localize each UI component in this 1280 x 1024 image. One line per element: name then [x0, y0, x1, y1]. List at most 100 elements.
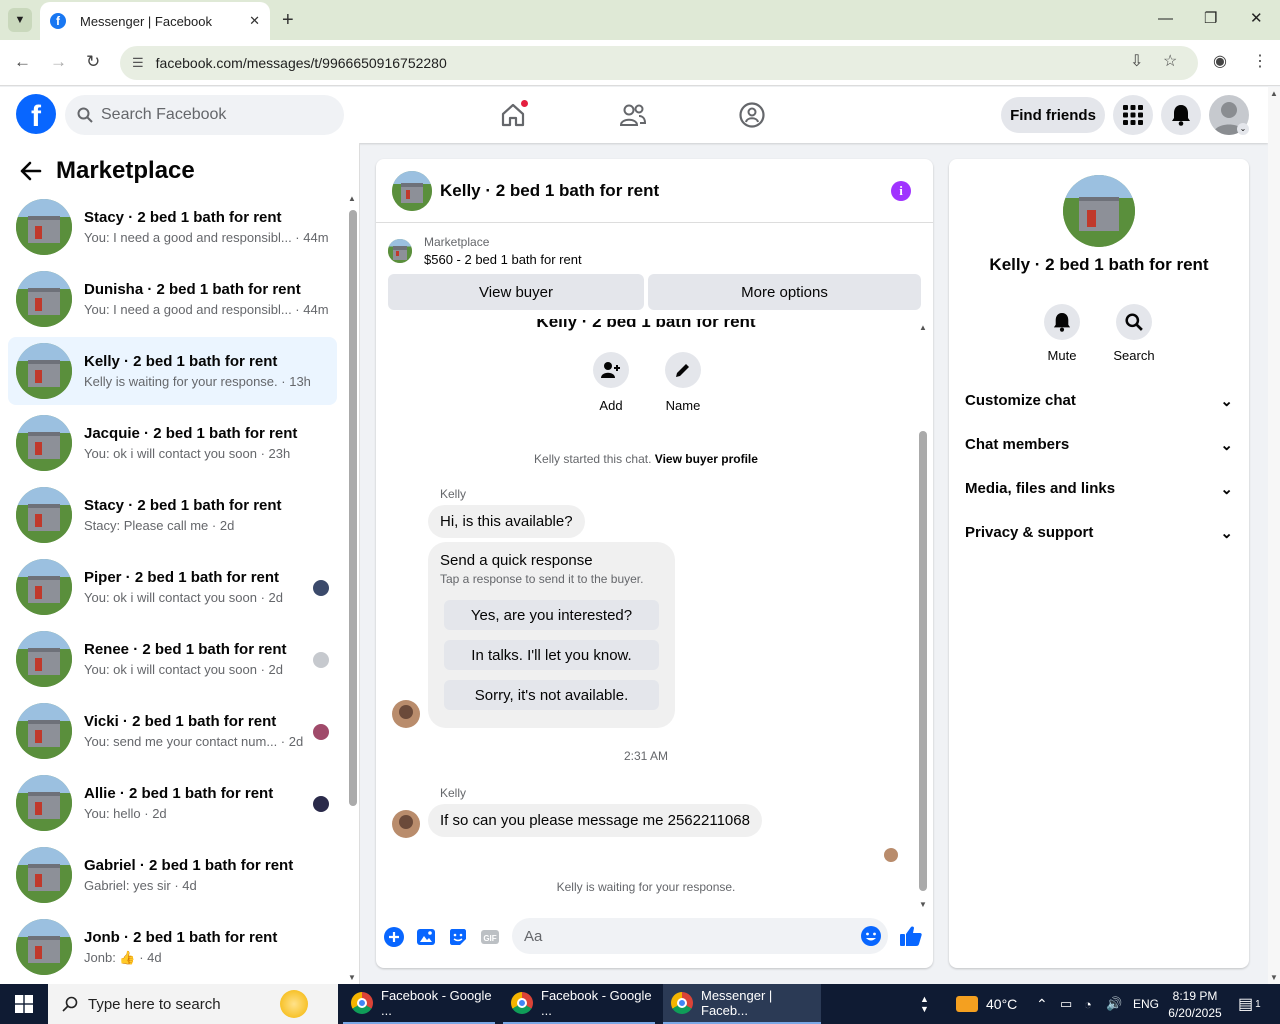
find-friends-button[interactable]: Find friends: [1001, 97, 1105, 133]
tab-search-button[interactable]: ▼: [8, 8, 32, 32]
info-icon[interactable]: i: [891, 181, 911, 201]
sidebar-scroll-thumb[interactable]: [349, 210, 357, 806]
meet-icon[interactable]: ▭: [1060, 984, 1072, 1024]
chat-members-section[interactable]: Chat members ⌄: [965, 436, 1233, 454]
conversation-item[interactable]: Piper · 2 bed 1 bath for rent You: ok i w…: [8, 553, 337, 621]
chat-scroll-thumb[interactable]: [919, 431, 927, 891]
menu-icon[interactable]: ⋮: [1252, 52, 1268, 72]
language-indicator[interactable]: ENG: [1133, 984, 1159, 1024]
sender-avatar[interactable]: [392, 700, 420, 728]
media-files-links-section[interactable]: Media, files and links ⌄: [965, 480, 1233, 498]
quick-response-option[interactable]: Yes, are you interested?: [444, 600, 659, 630]
browser-tab-messenger[interactable]: f Messenger | Facebook ✕: [40, 2, 270, 40]
back-button[interactable]: ←: [14, 52, 31, 72]
conversation-item[interactable]: Dunisha · 2 bed 1 bath for rent You: I ne…: [8, 265, 337, 333]
weather-widget[interactable]: 40°C: [956, 984, 1017, 1024]
taskbar-app-chrome-1[interactable]: Facebook - Google ...: [343, 984, 495, 1024]
taskbar-app-chrome-3[interactable]: Messenger | Faceb...: [663, 984, 821, 1024]
restore-button[interactable]: ❐: [1204, 9, 1217, 29]
notifications-button[interactable]: [1161, 95, 1201, 135]
like-send-button[interactable]: [899, 924, 923, 948]
profile-icon[interactable]: ◉: [1213, 52, 1227, 72]
close-tab-icon[interactable]: ✕: [249, 13, 260, 29]
forward-button[interactable]: →: [50, 52, 67, 72]
conversation-item[interactable]: Allie · 2 bed 1 bath for rent You: hello …: [8, 769, 337, 837]
attach-photo-button[interactable]: [415, 926, 437, 948]
sender-avatar[interactable]: [392, 810, 420, 838]
customize-chat-section[interactable]: Customize chat ⌄: [965, 392, 1233, 410]
taskbar-search[interactable]: Type here to search: [48, 984, 338, 1024]
search-conversation-button[interactable]: Search: [1104, 304, 1164, 363]
quick-response-option[interactable]: Sorry, it's not available.: [444, 680, 659, 710]
conversation-item[interactable]: Stacy · 2 bed 1 bath for rent You: I need…: [8, 193, 337, 261]
account-chevron-icon[interactable]: ⌄: [1237, 123, 1249, 135]
quick-response-option[interactable]: In talks. I'll let you know.: [444, 640, 659, 670]
message-input[interactable]: Aa: [512, 918, 888, 954]
message-timestamp: 2:31 AM: [623, 749, 669, 763]
address-bar-row: ← → ↻ ☰ facebook.com/messages/t/99666509…: [0, 40, 1280, 86]
name-label: Name: [665, 398, 701, 413]
sticker-button[interactable]: [447, 926, 469, 948]
notification-center[interactable]: ▤ 1: [1238, 984, 1261, 1024]
emoji-icon[interactable]: [860, 925, 882, 947]
bookmark-star-icon[interactable]: ☆: [1163, 52, 1177, 72]
network-icon[interactable]: ◔: [1084, 984, 1092, 1024]
conversation-item[interactable]: Vicki · 2 bed 1 bath for rent You: send m…: [8, 697, 337, 765]
listing-info[interactable]: Marketplace $560 - 2 bed 1 bath for rent: [388, 235, 582, 267]
chrome-icon: [511, 992, 533, 1014]
chat-header[interactable]: Kelly · 2 bed 1 bath for rent: [376, 159, 933, 223]
reload-button[interactable]: ↻: [86, 52, 100, 72]
conversation-item[interactable]: Gabriel · 2 bed 1 bath for rent Gabriel: …: [8, 841, 337, 909]
facebook-logo[interactable]: f: [16, 94, 56, 134]
site-info-icon[interactable]: ☰: [132, 55, 144, 71]
plus-circle-icon: [384, 927, 404, 947]
close-window-button[interactable]: ✕: [1250, 9, 1263, 29]
sidebar-title: Marketplace: [56, 157, 195, 184]
chat-scrollbar[interactable]: ▲ ▼: [918, 323, 928, 909]
conversation-name: Dunisha · 2 bed 1 bath for rent: [84, 281, 301, 298]
chat-avatar[interactable]: [392, 170, 432, 211]
menu-grid-button[interactable]: [1113, 95, 1153, 135]
search-input[interactable]: Search Facebook: [65, 95, 344, 135]
new-tab-button[interactable]: +: [282, 8, 294, 32]
start-button[interactable]: [0, 984, 48, 1024]
gif-button[interactable]: GIF: [479, 926, 501, 948]
details-avatar[interactable]: [1063, 175, 1135, 247]
message-bubble-1[interactable]: Hi, is this available?: [428, 505, 585, 538]
conversation-preview: You: I need a good and responsibl... · 4…: [84, 302, 329, 317]
page-scrollbar[interactable]: ▲ ▼: [1268, 87, 1280, 984]
groups-tab[interactable]: [736, 99, 768, 131]
view-buyer-button[interactable]: View buyer: [388, 274, 644, 310]
conversation-item[interactable]: Jonb · 2 bed 1 bath for rent Jonb: 👍 · 4d: [8, 913, 337, 981]
more-options-button[interactable]: More options: [648, 274, 921, 310]
search-placeholder: Search Facebook: [101, 106, 227, 123]
show-hidden-icons[interactable]: ⌃: [1036, 984, 1048, 1024]
volume-icon[interactable]: 🔊: [1106, 984, 1122, 1024]
sidebar-scrollbar[interactable]: ▲ ▼: [347, 194, 357, 982]
add-button[interactable]: Add: [581, 352, 641, 413]
conversation-item[interactable]: Jacquie · 2 bed 1 bath for rent You: ok i…: [8, 409, 337, 477]
chrome-icon: [671, 992, 693, 1014]
taskbar-scroll-arrows[interactable]: ▲ ▼: [920, 984, 929, 1024]
install-app-icon[interactable]: ⇩: [1130, 52, 1143, 72]
clock[interactable]: 8:19 PM 6/20/2025: [1166, 984, 1224, 1024]
view-buyer-profile-link[interactable]: View buyer profile: [655, 452, 758, 466]
photo-icon: [417, 929, 435, 945]
name-button[interactable]: Name: [653, 352, 713, 413]
home-tab[interactable]: [497, 99, 529, 131]
taskbar-app-chrome-2[interactable]: Facebook - Google ...: [503, 984, 655, 1024]
message-bubble-2[interactable]: If so can you please message me 25622110…: [428, 804, 762, 837]
conversation-preview-text: You: send me your contact num...: [84, 734, 278, 749]
minimize-button[interactable]: —: [1158, 9, 1173, 29]
conversation-item[interactable]: Stacy · 2 bed 1 bath for rent Stacy: Plea…: [8, 481, 337, 549]
back-arrow-icon[interactable]: [20, 161, 42, 181]
conversation-sidebar: Marketplace Stacy · 2 bed 1 bath for ren…: [0, 143, 360, 984]
conversation-item[interactable]: Renee · 2 bed 1 bath for rent You: ok i w…: [8, 625, 337, 693]
conversation-item[interactable]: Kelly · 2 bed 1 bath for rent Kelly is wa…: [8, 337, 337, 405]
more-actions-button[interactable]: [383, 926, 405, 948]
conversation-thumbnail: [16, 343, 72, 399]
mute-button[interactable]: Mute: [1032, 304, 1092, 363]
privacy-support-section[interactable]: Privacy & support ⌄: [965, 524, 1233, 542]
friends-tab[interactable]: [617, 99, 649, 131]
url-bar[interactable]: ☰ facebook.com/messages/t/99666509167522…: [120, 46, 1198, 80]
